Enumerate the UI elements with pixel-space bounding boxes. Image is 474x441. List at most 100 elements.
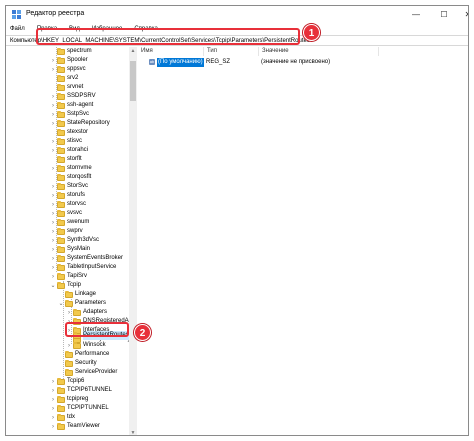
tree-item[interactable]: › Spooler — [50, 56, 88, 65]
tree-item[interactable]: › svsvc — [50, 209, 82, 218]
tree-item[interactable]: ServiceProvider — [58, 368, 117, 377]
folder-icon — [57, 209, 65, 217]
expand-icon[interactable]: › — [50, 148, 56, 154]
tree-item[interactable]: › swenum — [50, 218, 89, 227]
tree-item-label: StorSvc — [67, 183, 89, 189]
expand-icon[interactable]: › — [50, 94, 56, 100]
column-header-data[interactable]: Значение — [259, 47, 379, 56]
expand-icon[interactable]: › — [50, 121, 56, 127]
expand-icon[interactable]: › — [50, 67, 56, 73]
expand-icon[interactable]: › — [50, 112, 56, 118]
tree-item[interactable]: › sppsvc — [50, 65, 86, 74]
chevron-down-icon[interactable]: ⌄ — [50, 282, 56, 289]
expand-icon[interactable]: › — [50, 103, 56, 109]
tree-item-label: SysMain — [67, 246, 91, 252]
tree-item-label: TCPIP6TUNNEL — [67, 387, 113, 393]
tree-item[interactable]: › TeamViewer — [50, 422, 100, 431]
tree-item[interactable]: › Tcpip6 — [50, 377, 84, 386]
tree-item[interactable]: › TCPIP6TUNNEL — [50, 386, 112, 395]
tree-scrollbar[interactable]: ▲ ▼ — [129, 47, 137, 435]
expand-icon[interactable]: › — [66, 343, 72, 349]
tree-item[interactable]: Performance — [58, 350, 109, 359]
expand-icon[interactable]: › — [50, 220, 56, 226]
tree-item[interactable]: › TabletInputService — [50, 263, 116, 272]
tree-item[interactable]: spectrum — [50, 47, 92, 56]
expand-icon[interactable]: › — [50, 238, 56, 244]
tree-item[interactable]: › Winsock — [66, 341, 106, 350]
step-badge-2: 2 — [134, 324, 151, 341]
tree-item[interactable]: › storvsc — [50, 200, 86, 209]
expand-icon[interactable]: › — [50, 415, 56, 421]
tree-item[interactable]: stexstor — [50, 128, 88, 137]
expand-icon[interactable]: › — [50, 247, 56, 253]
expand-icon[interactable]: › — [50, 229, 56, 235]
tree-item[interactable]: › storahci — [50, 146, 88, 155]
expand-icon[interactable]: › — [50, 193, 56, 199]
folder-icon — [57, 47, 65, 55]
expand-icon[interactable]: › — [50, 202, 56, 208]
tree-item[interactable]: › SystemEventsBroker — [50, 254, 123, 263]
tree-item[interactable]: storflt — [50, 155, 82, 164]
tree-item-label: sppsvc — [67, 66, 86, 72]
tree-item[interactable]: › TCPIPTUNNEL — [50, 404, 109, 413]
folder-icon — [57, 404, 65, 412]
tree-item[interactable]: › TapiSrv — [50, 272, 87, 281]
tree-item-tcpip[interactable]: ⌄ Tcpip — [50, 281, 81, 290]
tree-item[interactable]: › Adapters — [66, 308, 107, 317]
tree-item-label: svsvc — [67, 210, 82, 216]
address-highlight-box — [36, 28, 300, 45]
expand-icon[interactable]: › — [50, 274, 56, 280]
close-button[interactable]: ✕ — [454, 6, 468, 23]
tree-item-label: TabletInputService — [67, 264, 117, 270]
folder-icon — [65, 350, 73, 358]
tree-item[interactable]: › StateRepository — [50, 119, 110, 128]
chevron-down-icon[interactable]: ⌄ — [58, 300, 64, 307]
expand-icon[interactable]: › — [50, 256, 56, 262]
tree-item[interactable]: › SSDPSRV — [50, 92, 96, 101]
tree-item[interactable]: storqosflt — [50, 173, 91, 182]
expand-icon[interactable]: › — [50, 265, 56, 271]
value-type: REG_SZ — [206, 59, 231, 65]
folder-icon — [57, 245, 65, 253]
tree-item[interactable]: › SysMain — [50, 245, 90, 254]
tree-item[interactable]: › ssh-agent — [50, 101, 93, 110]
tree-item[interactable]: srv2 — [50, 74, 78, 83]
scroll-thumb[interactable] — [130, 61, 136, 101]
tree-item[interactable]: › swprv — [50, 227, 83, 236]
tree-item[interactable]: srvnet — [50, 83, 83, 92]
tree-item-label: storufs — [67, 192, 86, 198]
tree-item-label: stornvme — [67, 165, 92, 171]
scroll-up-icon[interactable]: ▲ — [129, 47, 137, 55]
column-header-type[interactable]: Тип — [204, 47, 259, 56]
folder-icon — [57, 182, 65, 190]
tree-item[interactable]: › storufs — [50, 191, 85, 200]
expand-icon[interactable]: › — [50, 424, 56, 430]
scroll-down-icon[interactable]: ▼ — [129, 429, 137, 435]
value-row[interactable]: ab (По умолчанию) REG_SZ (значение не пр… — [138, 58, 468, 67]
expand-icon[interactable]: › — [66, 310, 72, 316]
tree-item[interactable]: › stisvc — [50, 137, 82, 146]
expand-icon[interactable]: › — [50, 397, 56, 403]
value-name[interactable]: (По умолчанию) — [157, 58, 204, 67]
expand-icon[interactable]: › — [50, 211, 56, 217]
expand-icon[interactable]: › — [50, 406, 56, 412]
expand-icon[interactable]: › — [50, 379, 56, 385]
column-header-name[interactable]: Имя — [138, 47, 204, 56]
expand-icon[interactable]: › — [50, 58, 56, 64]
tree-item[interactable]: › tcpipreg — [50, 395, 88, 404]
tree-item[interactable]: Linkage — [58, 290, 96, 299]
tree-item[interactable]: › Synth3dVsc — [50, 236, 99, 245]
expand-icon[interactable]: › — [50, 388, 56, 394]
tree-item[interactable]: › StorSvc — [50, 182, 88, 191]
tree-item[interactable]: › SstpSvc — [50, 110, 89, 119]
minimize-button[interactable]: — — [402, 6, 430, 23]
tree-item[interactable]: Security — [58, 359, 97, 368]
menu-file[interactable]: Файл — [10, 26, 25, 32]
folder-icon — [73, 341, 81, 349]
expand-icon[interactable]: › — [50, 166, 56, 172]
expand-icon[interactable]: › — [50, 184, 56, 190]
tree-item[interactable]: › tdx — [50, 413, 75, 422]
tree-item-parameters[interactable]: ⌄ Parameters — [58, 299, 106, 308]
expand-icon[interactable]: › — [50, 139, 56, 145]
tree-item[interactable]: › stornvme — [50, 164, 92, 173]
